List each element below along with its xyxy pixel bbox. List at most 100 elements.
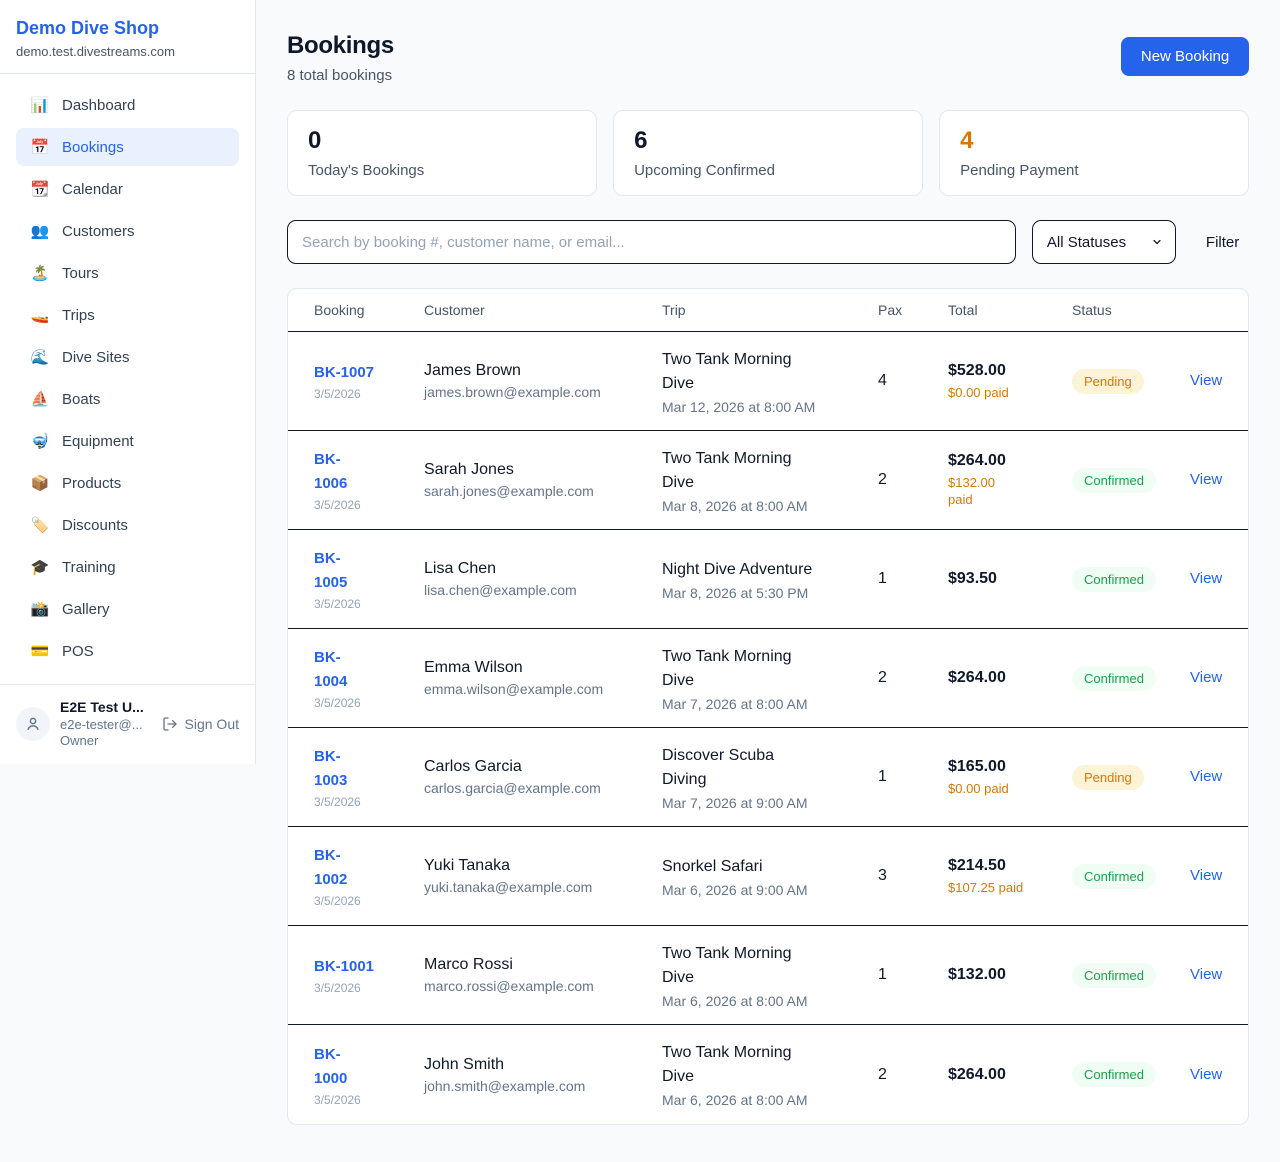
view-link[interactable]: View xyxy=(1190,471,1222,488)
trip-datetime: Mar 7, 2026 at 8:00 AM xyxy=(662,696,878,712)
customer-cell: Lisa Chen lisa.chen@example.com xyxy=(424,560,662,598)
status-cell: Confirmed xyxy=(1072,1062,1190,1087)
total-cell: $528.00 $0.00 paid xyxy=(948,362,1072,401)
sidebar-item-pos[interactable]: 💳POS xyxy=(16,632,239,670)
sidebar-item-gallery[interactable]: 📸Gallery xyxy=(16,590,239,628)
customer-cell: Carlos Garcia carlos.garcia@example.com xyxy=(424,758,662,796)
sidebar-item-trips[interactable]: 🚤Trips xyxy=(16,296,239,334)
new-booking-button[interactable]: New Booking xyxy=(1121,37,1249,76)
filter-row: All Statuses Filter xyxy=(287,220,1249,264)
view-link[interactable]: View xyxy=(1190,570,1222,587)
trip-cell: Two Tank Morning Dive Mar 8, 2026 at 8:0… xyxy=(662,447,878,514)
sidebar-item-label: Products xyxy=(62,475,121,492)
trip-cell: Two Tank Morning Dive Mar 6, 2026 at 8:0… xyxy=(662,1041,878,1108)
customer-name: Carlos Garcia xyxy=(424,758,662,776)
customer-cell: Yuki Tanaka yuki.tanaka@example.com xyxy=(424,857,662,895)
view-link[interactable]: View xyxy=(1190,966,1222,983)
paid-amount: $0.00 paid xyxy=(948,780,1072,797)
column-header: Pax xyxy=(878,302,948,318)
paid-amount: $132.00 paid xyxy=(948,474,1072,508)
sidebar-item-tours[interactable]: 🏝️Tours xyxy=(16,254,239,292)
paid-amount: $107.25 paid xyxy=(948,879,1072,896)
total-amount: $132.00 xyxy=(948,966,1072,984)
table-row: BK- 1000 3/5/2026 John Smith john.smith@… xyxy=(288,1025,1248,1124)
booking-cell: BK- 1002 3/5/2026 xyxy=(314,844,424,908)
customer-email: lisa.chen@example.com xyxy=(424,582,662,598)
sidebar-item-bookings[interactable]: 📅Bookings xyxy=(16,128,239,166)
view-cell: View xyxy=(1190,966,1222,984)
customers-icon: 👥 xyxy=(30,222,50,240)
search-input[interactable] xyxy=(287,220,1016,264)
trip-name: Snorkel Safari xyxy=(662,855,878,879)
sidebar-item-dive-sites[interactable]: 🌊Dive Sites xyxy=(16,338,239,376)
trip-cell: Night Dive Adventure Mar 8, 2026 at 5:30… xyxy=(662,558,878,601)
booking-id-link[interactable]: BK-1007 xyxy=(314,361,374,385)
total-cell: $214.50 $107.25 paid xyxy=(948,857,1072,896)
booking-cell: BK- 1003 3/5/2026 xyxy=(314,745,424,809)
status-filter-select[interactable]: All Statuses xyxy=(1032,220,1176,264)
stats-cards: 0Today's Bookings6Upcoming Confirmed4Pen… xyxy=(287,110,1249,196)
sidebar-item-calendar[interactable]: 📆Calendar xyxy=(16,170,239,208)
view-cell: View xyxy=(1190,768,1222,786)
sidebar-item-label: Boats xyxy=(62,391,100,408)
stat-label: Pending Payment xyxy=(960,162,1228,179)
booking-id-link[interactable]: BK- 1006 xyxy=(314,448,347,496)
booking-id-link[interactable]: BK- 1002 xyxy=(314,844,347,892)
total-amount: $264.00 xyxy=(948,669,1072,687)
column-header: Customer xyxy=(424,302,662,318)
sidebar-item-discounts[interactable]: 🏷️Discounts xyxy=(16,506,239,544)
sidebar: Demo Dive Shop demo.test.divestreams.com… xyxy=(0,0,256,764)
equipment-icon: 🤿 xyxy=(30,432,50,450)
status-badge: Confirmed xyxy=(1072,963,1156,988)
sidebar-item-label: Training xyxy=(62,559,116,576)
customer-cell: John Smith john.smith@example.com xyxy=(424,1056,662,1094)
booking-id-link[interactable]: BK- 1004 xyxy=(314,646,347,694)
sidebar-item-customers[interactable]: 👥 Customers xyxy=(16,212,239,250)
sign-out-button[interactable]: Sign Out xyxy=(162,716,239,732)
total-amount: $264.00 xyxy=(948,452,1072,470)
stat-card: 4Pending Payment xyxy=(939,110,1249,196)
customer-email: sarah.jones@example.com xyxy=(424,483,662,499)
status-cell: Confirmed xyxy=(1072,963,1190,988)
customer-name: Lisa Chen xyxy=(424,560,662,578)
sidebar-item-label: Gallery xyxy=(62,601,110,618)
bookings-table: BookingCustomerTripPaxTotalStatus BK-100… xyxy=(287,288,1249,1125)
booking-cell: BK-1001 3/5/2026 xyxy=(314,955,424,995)
view-link[interactable]: View xyxy=(1190,1066,1222,1083)
booking-id-link[interactable]: BK- 1005 xyxy=(314,547,347,595)
filter-button[interactable]: Filter xyxy=(1196,234,1249,251)
view-link[interactable]: View xyxy=(1190,669,1222,686)
booking-id-link[interactable]: BK- 1000 xyxy=(314,1043,347,1091)
customer-name: Yuki Tanaka xyxy=(424,857,662,875)
user-name: E2E Test U... xyxy=(60,699,152,715)
view-link[interactable]: View xyxy=(1190,768,1222,785)
status-cell: Pending xyxy=(1072,369,1190,394)
view-link[interactable]: View xyxy=(1190,372,1222,389)
sidebar-item-label: Customers xyxy=(62,223,135,240)
total-amount: $264.00 xyxy=(948,1066,1072,1084)
sidebar-item-label: Tours xyxy=(62,265,99,282)
total-cell: $132.00 xyxy=(948,966,1072,984)
sidebar-item-training[interactable]: 🎓Training xyxy=(16,548,239,586)
trip-name: Two Tank Morning Dive xyxy=(662,1041,878,1089)
status-cell: Confirmed xyxy=(1072,666,1190,691)
sidebar-item-equipment[interactable]: 🤿Equipment xyxy=(16,422,239,460)
boats-icon: ⛵ xyxy=(30,390,50,408)
trip-name: Two Tank Morning Dive xyxy=(662,942,878,990)
booking-id-link[interactable]: BK-1001 xyxy=(314,955,374,979)
sidebar-item-boats[interactable]: ⛵ Boats xyxy=(16,380,239,418)
sidebar-item-products[interactable]: 📦Products xyxy=(16,464,239,502)
trip-cell: Two Tank Morning Dive Mar 12, 2026 at 8:… xyxy=(662,348,878,415)
customer-name: Sarah Jones xyxy=(424,461,662,479)
view-cell: View xyxy=(1190,867,1222,885)
booking-date: 3/5/2026 xyxy=(314,498,424,512)
view-link[interactable]: View xyxy=(1190,867,1222,884)
calendar-icon: 📆 xyxy=(30,180,50,198)
user-role: Owner xyxy=(60,733,152,748)
column-header: Total xyxy=(948,302,1072,318)
sidebar-item-dashboard[interactable]: 📊Dashboard xyxy=(16,86,239,124)
table-row: BK- 1003 3/5/2026 Carlos Garcia carlos.g… xyxy=(288,728,1248,827)
person-icon xyxy=(24,715,42,733)
booking-id-link[interactable]: BK- 1003 xyxy=(314,745,347,793)
pos-icon: 💳 xyxy=(30,642,50,660)
